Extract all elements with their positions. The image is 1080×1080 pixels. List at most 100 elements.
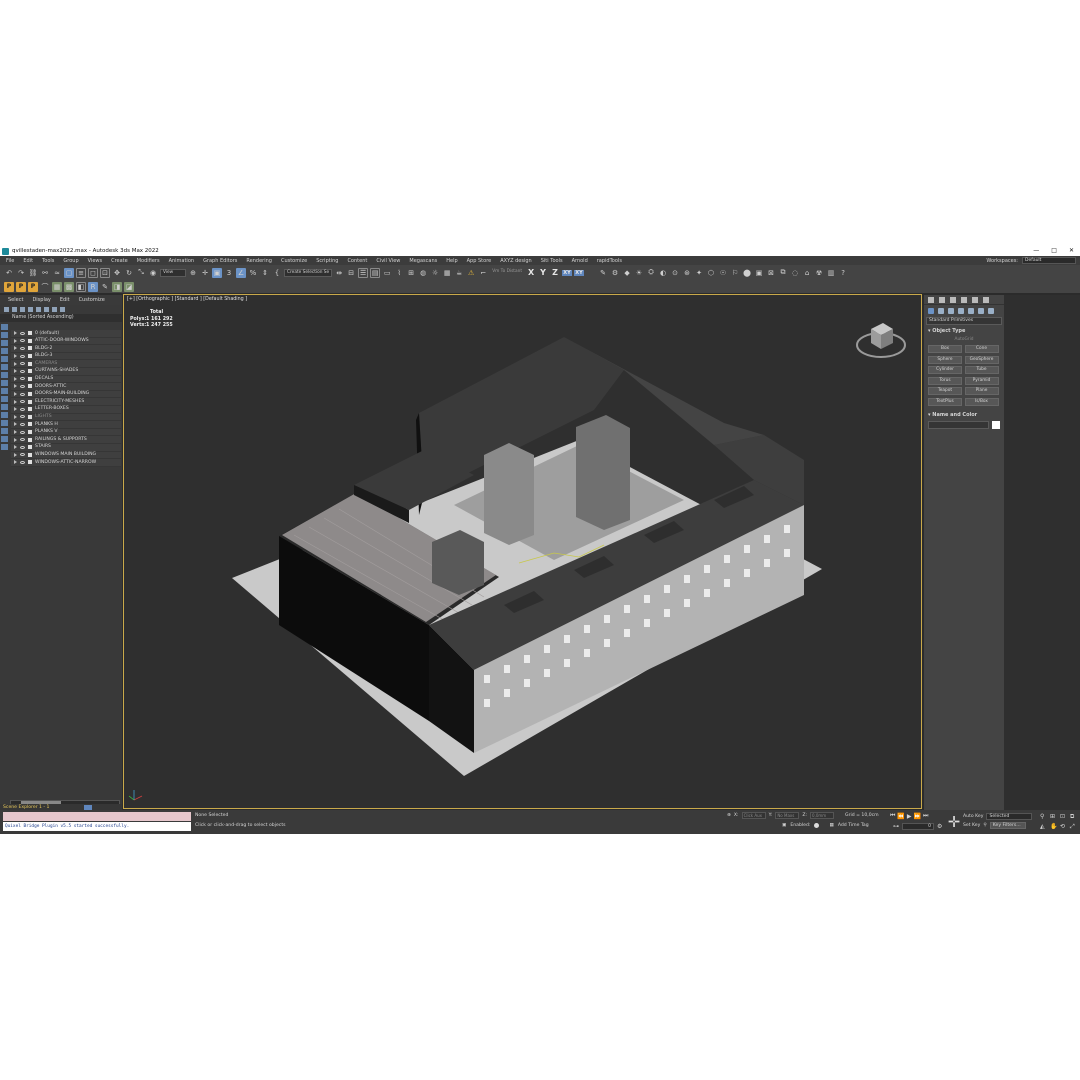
visibility-eye-icon[interactable] [20, 392, 25, 396]
menu-edit[interactable]: Edit [23, 258, 33, 264]
options-icon[interactable] [52, 307, 57, 312]
adaptive-degradation-icon[interactable]: ▣ [782, 823, 786, 828]
link-icon[interactable]: ⛓ [28, 268, 38, 278]
scatter-tool-icon[interactable]: ◪ [124, 281, 134, 292]
modify-tab-icon[interactable] [939, 296, 945, 303]
render-production-icon[interactable]: ☕ [454, 268, 464, 278]
undo-icon[interactable]: ↶ [4, 268, 14, 278]
visibility-eye-icon[interactable] [20, 430, 25, 434]
minimize-button[interactable]: — [1033, 246, 1039, 256]
constrain-x-button[interactable]: X [526, 268, 536, 277]
motion-tab-icon[interactable] [961, 296, 967, 303]
primitive-textplus-button[interactable]: TextPlus [928, 397, 962, 406]
extra-tool-4-icon[interactable]: ☀ [634, 268, 644, 278]
align-icon[interactable]: ⊟ [346, 268, 356, 278]
layer-row[interactable]: RAILINGS & SUPPORTS [11, 436, 121, 444]
extra-tool-17-icon[interactable]: ◌ [790, 268, 800, 278]
primitive-sphere-button[interactable]: Sphere [928, 355, 962, 364]
maxscript-listener-output[interactable]: Quixel Bridge Plugin v5.5 started succes… [3, 822, 191, 831]
utilities-tab-icon[interactable] [983, 296, 989, 303]
expand-arrow-icon[interactable] [14, 414, 17, 419]
extra-tool-12-icon[interactable]: ⚐ [730, 268, 740, 278]
expand-arrow-icon[interactable] [14, 338, 17, 343]
layer-row[interactable]: PLANKS H [11, 421, 121, 429]
display-cameras-icon[interactable] [1, 356, 8, 362]
named-selection-sets-dropdown[interactable]: Create Selection Se [284, 268, 333, 277]
lock-icon[interactable] [4, 307, 9, 312]
z-coordinate-field[interactable]: 0,0mm [810, 812, 835, 819]
object-name-input[interactable] [928, 420, 989, 429]
render-frame-icon[interactable]: ▦ [442, 268, 452, 278]
expand-arrow-icon[interactable] [14, 331, 17, 336]
expand-arrow-icon[interactable] [14, 369, 17, 374]
maximize-button[interactable]: □ [1051, 246, 1057, 256]
expand-arrow-icon[interactable] [14, 361, 17, 366]
autogrid-checkbox[interactable]: AutoGrid [924, 337, 1004, 342]
reference-coordinate-dropdown[interactable]: View [160, 268, 186, 277]
warning-icon[interactable]: ⚠ [466, 268, 476, 278]
schematic-view-icon[interactable]: ⊞ [406, 268, 416, 278]
current-frame-field[interactable]: 0 [902, 823, 934, 830]
layer-row[interactable]: WINDOWS-ATTIC-NARROW [11, 459, 121, 467]
extra-tool-6-icon[interactable]: ◐ [658, 268, 668, 278]
container-tool-icon[interactable]: ▩ [64, 281, 74, 292]
extra-tool-11-icon[interactable]: ☉ [718, 268, 728, 278]
expand-arrow-icon[interactable] [14, 445, 17, 450]
primitive-box-button[interactable]: Box [928, 345, 962, 353]
place-icon[interactable]: ◉ [148, 268, 158, 278]
create-tab-icon[interactable] [928, 296, 934, 303]
default-in-out-tangent-icon[interactable]: ✛ [946, 814, 962, 830]
pan-icon[interactable]: ✋ [1050, 823, 1058, 831]
expand-arrow-icon[interactable] [14, 430, 17, 435]
visibility-eye-icon[interactable] [20, 438, 25, 442]
next-frame-icon[interactable]: ⏩ [914, 813, 921, 820]
paint-tool-icon[interactable]: ✎ [100, 282, 110, 292]
expand-arrow-icon[interactable] [14, 460, 17, 465]
project-set-icon[interactable]: P [16, 281, 26, 292]
keyboard-shortcut-override-icon[interactable]: ▣ [212, 267, 222, 278]
visibility-eye-icon[interactable] [20, 369, 25, 373]
primitive-isbox-button[interactable]: Is/Box [964, 397, 999, 406]
extra-tool-8-icon[interactable]: ⊛ [682, 268, 692, 278]
menu-create[interactable]: Create [111, 258, 128, 264]
project-folder-icon[interactable]: P [4, 281, 14, 292]
display-bones-icon[interactable] [1, 396, 8, 402]
primitive-type-dropdown[interactable]: Standard Primitives [926, 317, 1002, 325]
key-mode-icon[interactable]: ⊶ [893, 823, 899, 830]
rotate-icon[interactable]: ↻ [124, 268, 134, 278]
viewcube-icon[interactable] [855, 317, 909, 361]
extra-tool-16-icon[interactable]: ⧉ [778, 268, 788, 278]
explorer-menu-display[interactable]: Display [32, 297, 50, 303]
extra-tool-2-icon[interactable]: ⚙ [610, 268, 620, 278]
expand-arrow-icon[interactable] [14, 392, 17, 397]
hierarchy-tab-icon[interactable] [950, 296, 956, 303]
display-groups-icon[interactable] [1, 380, 8, 386]
expand-arrow-icon[interactable] [14, 346, 17, 351]
primitive-cone-button[interactable]: Cone [964, 345, 999, 353]
layer-row[interactable]: LETTER-BOXES [11, 405, 121, 414]
zoom-all-icon[interactable]: ⊞ [1050, 813, 1058, 821]
auto-key-button[interactable]: Auto Key [963, 814, 983, 819]
select-manipulate-icon[interactable]: ✛ [200, 268, 210, 278]
extra-tool-1-icon[interactable]: ✎ [598, 268, 608, 278]
extra-tool-9-icon[interactable]: ✦ [694, 268, 704, 278]
sort-icon[interactable] [28, 307, 33, 312]
shapes-category-icon[interactable] [938, 307, 944, 314]
edit-named-selection-icon[interactable]: { [272, 268, 282, 278]
visibility-eye-icon[interactable] [20, 362, 25, 366]
menu-axyz-design[interactable]: AXYZ design [500, 258, 532, 264]
expand-arrow-icon[interactable] [14, 354, 17, 359]
layer-row[interactable]: CURTAINS-SHADES [11, 367, 121, 376]
constrain-z-button[interactable]: Z [550, 268, 560, 277]
layers-icon[interactable] [20, 307, 25, 312]
spinner-snap-icon[interactable]: ⇕ [260, 268, 270, 278]
helpers-category-icon[interactable] [968, 307, 974, 314]
find-icon[interactable] [44, 307, 49, 312]
display-containers-icon[interactable] [1, 404, 8, 410]
menu-scripting[interactable]: Scripting [316, 258, 338, 264]
primitive-plane-button[interactable]: Plane [964, 387, 999, 395]
angle-snap-icon[interactable]: ∠ [236, 267, 246, 278]
lights-category-icon[interactable] [948, 307, 954, 314]
layer-row[interactable]: BLDG-2 [11, 345, 121, 353]
time-configuration-icon[interactable]: ⚙ [937, 823, 942, 830]
